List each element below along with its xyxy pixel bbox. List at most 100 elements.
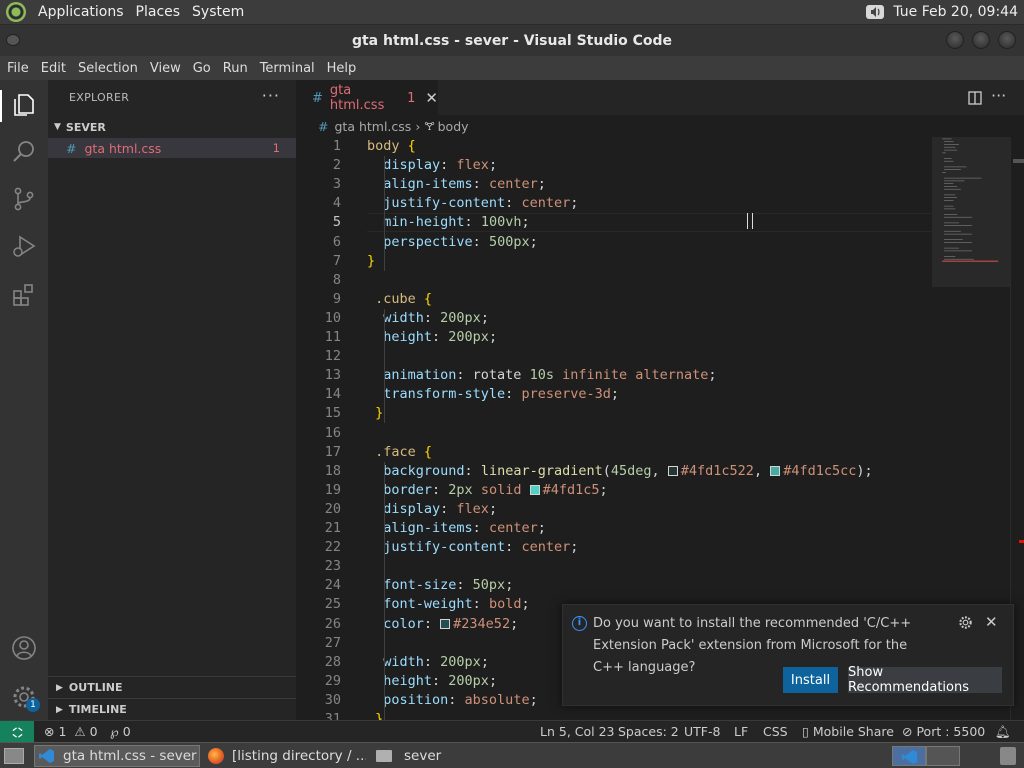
notifications-bell-icon[interactable]: 🔔︎ bbox=[995, 724, 1011, 740]
workspace-switcher[interactable] bbox=[892, 746, 926, 766]
code-line[interactable]: 16 bbox=[296, 424, 932, 443]
menu-file[interactable]: File bbox=[0, 61, 35, 76]
language-mode[interactable]: CSS bbox=[763, 724, 788, 739]
close-window-icon[interactable] bbox=[998, 31, 1016, 49]
code-line[interactable]: 4 justify-content: center; bbox=[296, 194, 932, 213]
file-tree-item[interactable]: # gta html.css 1 bbox=[48, 138, 296, 158]
code-line[interactable]: 5 min-height: 100vh; bbox=[296, 213, 932, 232]
timeline-section[interactable]: ▶ TIMELINE bbox=[48, 698, 296, 720]
mobile-share-status[interactable]: ▯ Mobile Share bbox=[802, 724, 894, 739]
code-line[interactable]: 9 .cube { bbox=[296, 290, 932, 309]
encoding-status[interactable]: UTF-8 bbox=[684, 724, 720, 739]
cursor-position[interactable]: Ln 5, Col 23 bbox=[540, 724, 615, 739]
split-editor-icon[interactable] bbox=[968, 91, 982, 105]
scroll-thumb[interactable] bbox=[1013, 159, 1024, 163]
tab-gta-html-css[interactable]: # gta html.css 1 ✕ bbox=[296, 80, 438, 115]
problems-status[interactable]: ⊗ 1 ⚠ 0 bbox=[44, 724, 98, 739]
code-line[interactable]: 14 transform-style: preserve-3d; bbox=[296, 385, 932, 404]
code-token: center bbox=[488, 520, 538, 536]
show-recommendations-button[interactable]: Show Recommendations bbox=[848, 665, 1002, 695]
code-line[interactable]: 22 justify-content: center; bbox=[296, 538, 932, 557]
code-line[interactable]: 24 font-size: 50px; bbox=[296, 576, 932, 595]
line-code: align-items: center; bbox=[367, 175, 546, 194]
source-control-icon[interactable] bbox=[11, 186, 37, 212]
taskbar-folder[interactable]: sever bbox=[372, 745, 492, 767]
code-line[interactable]: 13 animation: rotate 10s infinite altern… bbox=[296, 366, 932, 385]
window-titlebar[interactable]: gta html.css - sever - Visual Studio Cod… bbox=[0, 25, 1024, 56]
live-server-port[interactable]: ⊘ Port : 5500 bbox=[902, 724, 985, 739]
code-token: ; bbox=[488, 500, 498, 517]
color-swatch-icon[interactable] bbox=[770, 465, 781, 476]
code-line[interactable]: 18 background: linear-gradient(45deg, #4… bbox=[296, 462, 932, 481]
breadcrumb-symbol[interactable]: body bbox=[438, 119, 469, 134]
code-line[interactable]: 17 .face { bbox=[296, 443, 932, 462]
code-line[interactable]: 2 display: flex; bbox=[296, 156, 932, 175]
trash-icon[interactable] bbox=[1000, 747, 1016, 765]
code-line[interactable]: 11 height: 200px; bbox=[296, 328, 932, 347]
show-desktop-icon[interactable] bbox=[4, 748, 24, 764]
code-line[interactable]: 1 body { bbox=[296, 137, 932, 156]
code-line[interactable]: 10 width: 200px; bbox=[296, 309, 932, 328]
applications-menu[interactable]: Applications bbox=[34, 4, 128, 20]
maximize-icon[interactable] bbox=[972, 31, 990, 49]
account-icon[interactable] bbox=[11, 635, 37, 661]
editor-more-actions-icon[interactable]: ··· bbox=[991, 86, 1006, 105]
code-line[interactable]: 19 border: 2px solid #4fd1c5; bbox=[296, 481, 932, 500]
code-line[interactable]: 31 } bbox=[296, 710, 932, 720]
warning-icon: ⚠ bbox=[74, 724, 86, 739]
color-swatch-icon[interactable] bbox=[529, 484, 540, 495]
menu-help[interactable]: Help bbox=[321, 61, 363, 76]
outline-section[interactable]: ▶ OUTLINE bbox=[48, 676, 296, 698]
taskbar-browser[interactable]: [listing directory / ... bbox=[204, 745, 366, 767]
clock[interactable]: Tue Feb 20, 09:44 bbox=[893, 4, 1018, 20]
code-line[interactable]: 7} bbox=[296, 252, 932, 271]
volume-icon[interactable] bbox=[865, 3, 885, 21]
distro-logo-icon[interactable] bbox=[6, 2, 26, 22]
more-actions-icon[interactable]: ··· bbox=[262, 86, 280, 105]
menu-run[interactable]: Run bbox=[217, 61, 254, 76]
code-line[interactable]: 3 align-items: center; bbox=[296, 175, 932, 194]
code-line[interactable]: 23 bbox=[296, 557, 932, 576]
places-menu[interactable]: Places bbox=[132, 4, 185, 20]
menu-selection[interactable]: Selection bbox=[72, 61, 144, 76]
line-number: 22 bbox=[324, 539, 341, 556]
eol-status[interactable]: LF bbox=[734, 724, 748, 739]
code-line[interactable]: 8 bbox=[296, 271, 932, 290]
code-line[interactable]: 21 align-items: center; bbox=[296, 519, 932, 538]
close-tab-icon[interactable]: ✕ bbox=[425, 89, 438, 107]
color-swatch-icon[interactable] bbox=[440, 618, 451, 629]
ports-status[interactable]: ℘ 0 bbox=[110, 724, 131, 739]
code-token: : rotate bbox=[456, 367, 530, 384]
install-button[interactable]: Install bbox=[783, 667, 838, 693]
code-line[interactable]: 6 perspective: 500px; bbox=[296, 233, 932, 252]
code-line[interactable]: 20 display: flex; bbox=[296, 500, 932, 519]
menu-terminal[interactable]: Terminal bbox=[254, 61, 321, 76]
menu-go[interactable]: Go bbox=[187, 61, 217, 76]
line-number: 4 bbox=[332, 195, 341, 212]
close-notification-icon[interactable]: ✕ bbox=[985, 613, 998, 631]
code-line[interactable]: 12 bbox=[296, 347, 932, 366]
taskbar-vscode[interactable]: gta html.css - sever ... bbox=[34, 745, 200, 767]
code-line[interactable]: 15 } bbox=[296, 404, 932, 423]
remote-indicator-icon[interactable] bbox=[0, 721, 34, 743]
code-token: } bbox=[367, 405, 384, 422]
code-token: : bbox=[472, 520, 489, 536]
folder-row[interactable]: ▼ SEVER bbox=[48, 117, 296, 137]
workspace-switcher-2[interactable] bbox=[926, 746, 960, 766]
color-swatch-icon[interactable] bbox=[667, 465, 678, 476]
window-menu-icon[interactable] bbox=[6, 34, 20, 46]
menu-view[interactable]: View bbox=[144, 61, 187, 76]
indentation-status[interactable]: Spaces: 2 bbox=[618, 724, 679, 739]
system-menu[interactable]: System bbox=[188, 4, 248, 20]
search-icon[interactable] bbox=[11, 139, 37, 165]
explorer-icon[interactable] bbox=[11, 92, 37, 118]
breadcrumb-file[interactable]: gta html.css bbox=[334, 119, 411, 134]
run-debug-icon[interactable] bbox=[11, 233, 37, 259]
extensions-icon[interactable] bbox=[11, 282, 37, 308]
menu-edit[interactable]: Edit bbox=[35, 61, 72, 76]
code-token: : bbox=[432, 672, 449, 689]
code-token: : bbox=[423, 653, 441, 670]
code-token: center bbox=[521, 195, 571, 212]
settings-gear-icon[interactable] bbox=[958, 615, 973, 630]
minimize-icon[interactable] bbox=[946, 31, 964, 49]
